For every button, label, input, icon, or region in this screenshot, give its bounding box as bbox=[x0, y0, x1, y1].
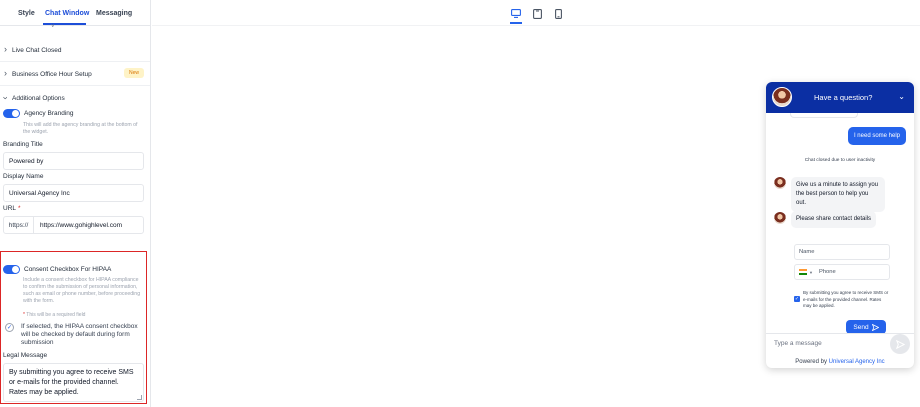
chevron-down-icon[interactable]: ▼ bbox=[809, 270, 813, 275]
url-input[interactable]: https://www.gohighlevel.com bbox=[34, 217, 143, 233]
tab-chat-window[interactable]: Chat Window bbox=[45, 10, 89, 17]
system-note: Chat closed due to user inactivity bbox=[804, 158, 876, 163]
device-preview-bar bbox=[152, 0, 920, 26]
chat-header: Have a question? ⌄ bbox=[766, 82, 914, 113]
branding-title-input[interactable]: Powered by bbox=[3, 152, 144, 170]
send-arrow-icon bbox=[871, 323, 879, 331]
url-protocol-select[interactable]: https:// bbox=[4, 217, 34, 233]
tab-style[interactable]: Style bbox=[18, 10, 35, 17]
agent-avatar-small bbox=[774, 177, 786, 189]
chat-header-title: Have a question? bbox=[814, 93, 873, 102]
hipaa-consent-toggle[interactable] bbox=[3, 265, 20, 274]
check-icon: ✓ bbox=[794, 296, 800, 302]
divider bbox=[0, 85, 150, 86]
powered-by-text: Powered by bbox=[795, 359, 827, 365]
display-name-label: Display Name bbox=[3, 173, 44, 180]
chevron-right-icon bbox=[4, 69, 12, 79]
mobile-preview-button[interactable] bbox=[552, 7, 564, 20]
required-note-text: This will be a required field bbox=[26, 312, 86, 318]
send-arrow-icon bbox=[895, 339, 905, 349]
section-business-office-hours[interactable]: Business Office Hour Setup New bbox=[4, 68, 148, 80]
contact-name-input[interactable]: Name bbox=[794, 244, 890, 260]
send-message-button[interactable] bbox=[890, 334, 910, 354]
consent-text: By submitting you agree to receive SMS o… bbox=[803, 290, 889, 308]
user-message-bubble: I need some help bbox=[847, 127, 906, 145]
divider bbox=[0, 61, 150, 62]
agent-avatar-small bbox=[774, 212, 786, 224]
legal-message-label: Legal Message bbox=[3, 352, 48, 359]
required-star: * bbox=[18, 205, 21, 212]
agency-branding-label: Agency Branding bbox=[24, 110, 74, 117]
section-label: Additional Options bbox=[12, 94, 65, 102]
scroll-hint-chevron-icon: ˅ bbox=[51, 24, 55, 30]
tab-bar-divider bbox=[0, 25, 150, 26]
url-label: URL * bbox=[3, 205, 21, 212]
url-label-text: URL bbox=[3, 205, 17, 212]
composer-placeholder: Type a message bbox=[774, 340, 822, 347]
new-badge: New bbox=[123, 68, 144, 78]
contact-phone-input[interactable]: ▼ Phone bbox=[794, 264, 890, 280]
hipaa-consent-label: Consent Checkbox For HIPAA bbox=[24, 266, 112, 273]
chevron-right-icon bbox=[4, 45, 12, 55]
section-additional-options[interactable]: Additional Options bbox=[4, 92, 148, 104]
resize-handle-icon[interactable] bbox=[137, 395, 142, 400]
agent-message-bubble: Give us a minute to assign you the best … bbox=[791, 177, 885, 212]
phone-placeholder: Phone bbox=[818, 269, 836, 275]
hipaa-required-note: * This will be a required field bbox=[23, 312, 85, 318]
hipaa-default-checked-label: If selected, the HIPAA consent checkbox … bbox=[21, 323, 138, 346]
branding-title-label: Branding Title bbox=[3, 141, 43, 148]
legal-message-textarea[interactable]: By submitting you agree to receive SMS o… bbox=[3, 363, 144, 402]
tab-bar: Style Chat Window Messaging ˅ bbox=[0, 0, 150, 30]
tab-messaging[interactable]: Messaging bbox=[96, 10, 132, 17]
previous-message-bubble bbox=[790, 113, 858, 118]
agency-branding-help: This will add the agency branding at the… bbox=[23, 122, 138, 135]
hipaa-consent-help: Include a consent checkbox for HIPAA com… bbox=[23, 277, 141, 304]
display-name-input[interactable]: Universal Agency Inc bbox=[3, 184, 144, 202]
agent-message-bubble: Please share contact details bbox=[791, 211, 877, 228]
collapse-chevron-icon[interactable]: ⌄ bbox=[898, 92, 905, 101]
legal-message-text: By submitting you agree to receive SMS o… bbox=[9, 369, 134, 396]
settings-panel: Style Chat Window Messaging ˅ Live Chat … bbox=[0, 0, 151, 407]
check-icon: ✓ bbox=[6, 325, 13, 331]
hipaa-default-checked-checkbox[interactable]: ✓ bbox=[5, 323, 14, 332]
agent-avatar bbox=[772, 87, 792, 107]
desktop-preview-button[interactable] bbox=[510, 7, 522, 20]
chat-widget-preview: Have a question? ⌄ I need some help Chat… bbox=[766, 82, 914, 368]
mobile-icon bbox=[554, 8, 562, 19]
send-form-button[interactable]: Send bbox=[846, 320, 886, 334]
active-device-indicator bbox=[510, 22, 522, 24]
send-label: Send bbox=[853, 323, 869, 331]
required-star: * bbox=[23, 312, 25, 318]
section-live-chat-closed[interactable]: Live Chat Closed bbox=[4, 44, 148, 56]
powered-by-footer: Powered by Universal Agency Inc bbox=[766, 359, 914, 365]
tablet-preview-button[interactable] bbox=[531, 7, 543, 20]
agency-branding-toggle[interactable] bbox=[3, 109, 20, 118]
chevron-down-icon bbox=[4, 93, 12, 103]
url-input-group: https:// https://www.gohighlevel.com bbox=[3, 216, 144, 234]
section-label: Live Chat Closed bbox=[12, 46, 62, 54]
tablet-icon bbox=[532, 8, 542, 19]
desktop-icon bbox=[511, 9, 521, 18]
consent-checkbox[interactable]: ✓ bbox=[794, 296, 800, 302]
india-flag-icon bbox=[799, 269, 807, 275]
powered-by-brand-link[interactable]: Universal Agency Inc bbox=[829, 359, 885, 365]
section-label: Business Office Hour Setup bbox=[12, 70, 92, 78]
